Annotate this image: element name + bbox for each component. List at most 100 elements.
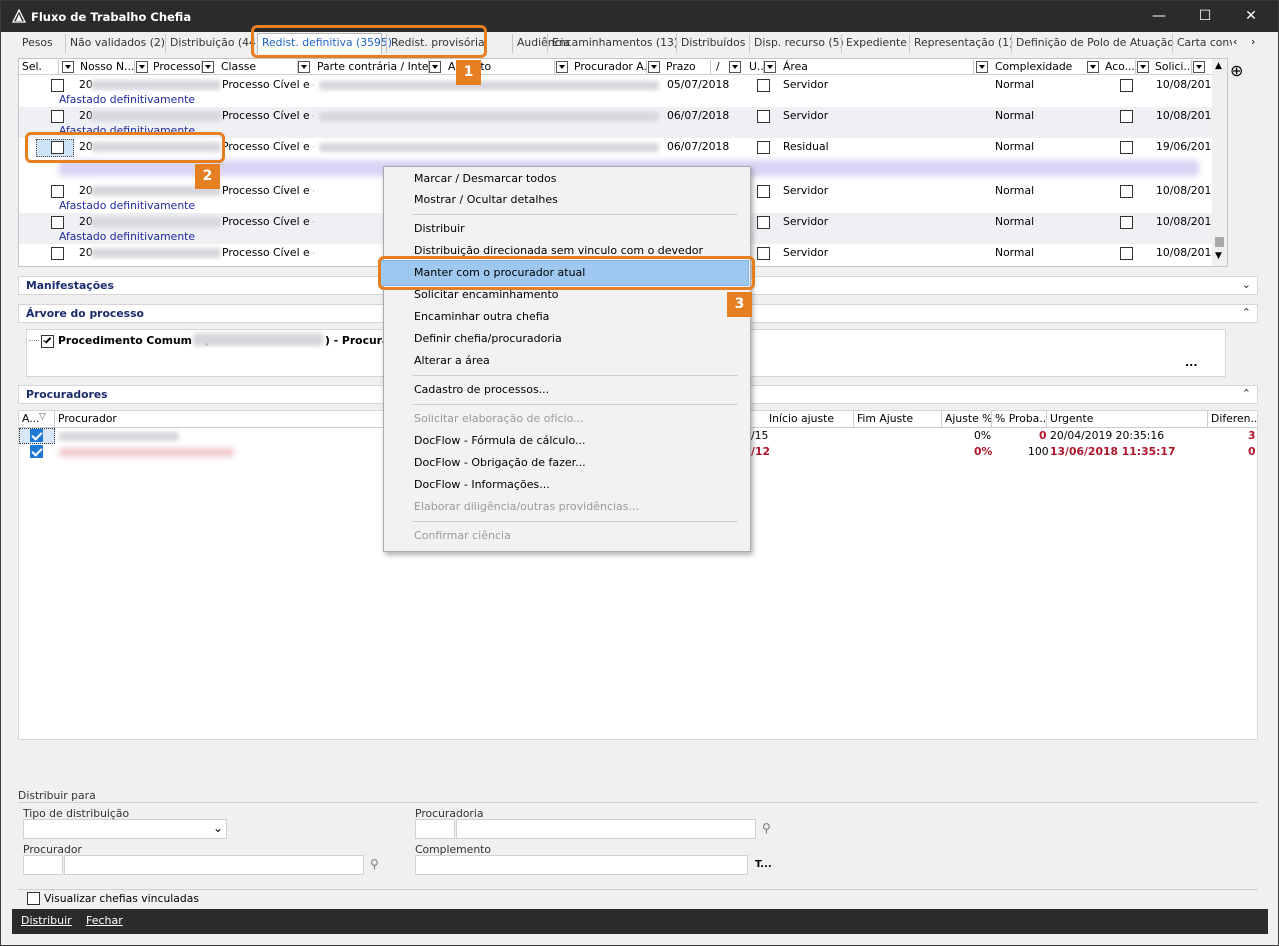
- col-complexidade[interactable]: Complexidade: [992, 60, 1090, 74]
- row-u-checkbox[interactable]: [757, 185, 770, 198]
- close-button[interactable]: ✕: [1228, 1, 1274, 31]
- t-button[interactable]: T...: [755, 859, 772, 870]
- col-parte-contraria[interactable]: Parte contrária / Inte...: [314, 60, 429, 74]
- row-select-checkbox[interactable]: [51, 216, 64, 229]
- procuradoria-name-input[interactable]: [456, 819, 756, 839]
- distribuir-button[interactable]: Distribuir: [21, 914, 72, 927]
- filter-funnel-icon[interactable]: ▽: [39, 412, 46, 422]
- col-fim-ajuste[interactable]: Fim Ajuste: [854, 411, 942, 427]
- tab-pesos[interactable]: Pesos: [18, 34, 53, 53]
- row-acordo-checkbox[interactable]: [1120, 141, 1133, 154]
- col-area[interactable]: Área: [780, 60, 974, 74]
- visualizar-checkbox[interactable]: [27, 892, 40, 905]
- procuradoria-code-input[interactable]: [415, 819, 455, 839]
- tree-node-checkbox[interactable]: [41, 335, 54, 348]
- tab-definicao-polo[interactable]: Definição de Polo de Atuação: [1011, 34, 1174, 53]
- col-diferenca[interactable]: Diferen...: [1208, 411, 1257, 427]
- scroll-thumb[interactable]: [1215, 237, 1224, 247]
- visualizar-label[interactable]: Visualizar chefias vinculadas: [44, 892, 199, 905]
- col-solicitacao[interactable]: Solici...: [1152, 60, 1192, 74]
- filter-acordo-icon[interactable]: [1137, 61, 1149, 73]
- procurador-checkbox[interactable]: [30, 445, 43, 458]
- col-a[interactable]: A...: [19, 411, 55, 427]
- search-icon[interactable]: ⚲: [370, 857, 379, 871]
- filter-classe-icon[interactable]: [298, 61, 310, 73]
- filter-complexidade-icon[interactable]: [1087, 61, 1099, 73]
- col-ajuste-pct[interactable]: Ajuste %: [942, 411, 992, 427]
- col-inicio-ajuste[interactable]: Início ajuste: [766, 411, 854, 427]
- filter-parte-icon[interactable]: [429, 61, 441, 73]
- menu-item-encaminhar-chefia[interactable]: Encaminhar outra chefia: [414, 310, 549, 323]
- menu-item-docflow-calculo[interactable]: DocFlow - Fórmula de cálculo...: [414, 434, 586, 447]
- chevron-down-icon[interactable]: ⌄: [213, 821, 223, 835]
- chevron-down-icon[interactable]: ⌄: [1242, 278, 1251, 291]
- chevron-up-icon[interactable]: ⌃: [1242, 306, 1251, 319]
- row-acordo-checkbox[interactable]: [1120, 185, 1133, 198]
- scroll-down-icon[interactable]: ▼: [1215, 251, 1222, 261]
- col-urgente[interactable]: Urgente: [1047, 411, 1208, 427]
- table-row[interactable]: 20 Processo Cível e do 05/07/2018 Servid…: [19, 76, 1218, 107]
- menu-item-mostrar-ocultar[interactable]: Mostrar / Ocultar detalhes: [414, 193, 558, 206]
- filter-area-icon[interactable]: [976, 61, 988, 73]
- tab-carta-conv[interactable]: Carta conv: [1172, 34, 1232, 53]
- tab-prev-icon[interactable]: ‹: [1233, 35, 1237, 48]
- procurador-checkbox[interactable]: [30, 429, 43, 442]
- row-u-checkbox[interactable]: [757, 216, 770, 229]
- filter-u-icon[interactable]: [764, 61, 776, 73]
- row-acordo-checkbox[interactable]: [1120, 247, 1133, 260]
- filter-nosso-numero-icon[interactable]: [136, 61, 148, 73]
- chevron-up-icon[interactable]: ⌃: [1242, 387, 1251, 400]
- menu-item-marcar-desmarcar[interactable]: Marcar / Desmarcar todos: [414, 172, 557, 185]
- procurador-code-input[interactable]: [23, 855, 63, 875]
- menu-item-distribuir[interactable]: Distribuir: [414, 222, 465, 235]
- tab-expediente[interactable]: Expediente: [841, 34, 907, 53]
- add-icon[interactable]: ⊕: [1230, 61, 1243, 80]
- filter-procurador-icon[interactable]: [648, 61, 660, 73]
- row-acordo-checkbox[interactable]: [1120, 79, 1133, 92]
- complemento-input[interactable]: [415, 855, 748, 875]
- tab-distribuicao[interactable]: Distribuição (44): [165, 34, 260, 53]
- row-u-checkbox[interactable]: [757, 110, 770, 123]
- row-select-checkbox[interactable]: [51, 79, 64, 92]
- menu-item-definir-chefia[interactable]: Definir chefia/procuradoria: [414, 332, 562, 345]
- col-prazo[interactable]: Prazo: [663, 60, 711, 74]
- col-nosso-numero[interactable]: Nosso N...: [77, 60, 135, 74]
- grid-scrollbar[interactable]: ▲ ▼: [1212, 59, 1227, 266]
- row-select-checkbox[interactable]: [51, 185, 64, 198]
- col-acordo[interactable]: Aco...: [1102, 60, 1136, 74]
- row-u-checkbox[interactable]: [757, 141, 770, 154]
- search-icon[interactable]: ⚲: [762, 821, 771, 835]
- tab-next-icon[interactable]: ›: [1251, 35, 1255, 48]
- minimize-button[interactable]: —: [1136, 1, 1182, 31]
- menu-item-docflow-informacoes[interactable]: DocFlow - Informações...: [414, 478, 550, 491]
- col-procurador[interactable]: Procurador A...: [571, 60, 647, 74]
- tipo-distribuicao-select[interactable]: ⌄: [23, 819, 227, 839]
- row-select-checkbox[interactable]: [51, 110, 64, 123]
- col-procurador[interactable]: Procurador: [55, 411, 387, 427]
- filter-assunto-icon[interactable]: [556, 61, 568, 73]
- menu-item-docflow-obrigacao[interactable]: DocFlow - Obrigação de fazer...: [414, 456, 586, 469]
- filter-sel-icon[interactable]: [62, 61, 74, 73]
- row-u-checkbox[interactable]: [757, 79, 770, 92]
- row-select-checkbox[interactable]: [51, 247, 64, 260]
- fechar-button[interactable]: Fechar: [86, 914, 123, 927]
- tree-more-button[interactable]: ...: [1185, 356, 1198, 369]
- menu-item-alterar-area[interactable]: Alterar a área: [414, 354, 490, 367]
- tree-node-label[interactable]: Procedimento Comum - (: [58, 334, 209, 347]
- tab-representacao[interactable]: Representação (1): [909, 34, 1013, 53]
- filter-prazo-icon[interactable]: [729, 61, 741, 73]
- tab-nao-validados[interactable]: Não validados (2): [65, 34, 165, 53]
- col-probabilidade[interactable]: % Proba...: [992, 411, 1047, 427]
- maximize-button[interactable]: ☐: [1182, 1, 1228, 31]
- row-acordo-checkbox[interactable]: [1120, 216, 1133, 229]
- col-sel[interactable]: Sel.: [19, 60, 59, 74]
- col-u[interactable]: U...: [746, 60, 764, 74]
- tab-disp-recurso[interactable]: Disp. recurso (5): [749, 34, 844, 53]
- col-classe[interactable]: Classe: [218, 60, 298, 74]
- col-processo[interactable]: Processo: [150, 60, 202, 74]
- tab-distribuidos[interactable]: Distribuídos: [676, 34, 745, 53]
- tab-encaminhamentos[interactable]: Encaminhamentos (13): [547, 34, 678, 53]
- scroll-up-icon[interactable]: ▲: [1215, 61, 1222, 71]
- filter-solicitacao-icon[interactable]: [1193, 61, 1205, 73]
- procurador-name-input[interactable]: [64, 855, 364, 875]
